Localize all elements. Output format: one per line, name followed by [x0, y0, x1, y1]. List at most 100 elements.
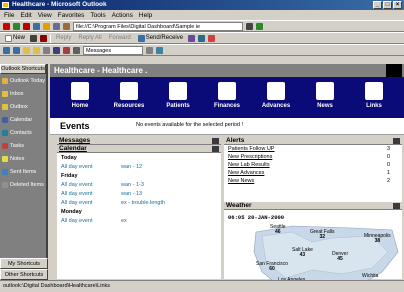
- nav-resources[interactable]: Resources: [105, 80, 153, 116]
- weather-collapse-button[interactable]: [393, 203, 400, 209]
- my-shortcuts-button[interactable]: My Shortcuts: [0, 258, 48, 269]
- other-shortcuts-button[interactable]: Other Shortcuts: [0, 269, 48, 280]
- calendar-event-row[interactable]: All day event ex - trouble.length: [57, 198, 221, 207]
- shortcut-notes[interactable]: Notes: [0, 152, 46, 165]
- field-chooser-icon[interactable]: [156, 46, 163, 54]
- nav-finances[interactable]: Finances: [203, 80, 251, 116]
- alert-row[interactable]: New Prescriptions 0: [224, 153, 402, 161]
- alert-link[interactable]: New Advances: [228, 170, 264, 176]
- alert-link[interactable]: New Lab Results: [228, 162, 270, 168]
- event-when[interactable]: All day event: [61, 182, 121, 188]
- menu-actions[interactable]: Actions: [112, 12, 133, 19]
- weather-city[interactable]: Denver 45: [332, 252, 348, 262]
- address-book-icon[interactable]: [188, 34, 196, 42]
- help-icon[interactable]: [208, 34, 216, 42]
- event-when[interactable]: All day event: [61, 200, 121, 206]
- alert-row[interactable]: Patients Follow UP 3: [224, 145, 402, 153]
- calendar-header[interactable]: Calendar: [57, 145, 221, 153]
- preview-pane-icon[interactable]: [43, 46, 50, 54]
- alert-link[interactable]: New News: [228, 178, 254, 184]
- event-subject[interactable]: ex: [121, 218, 127, 224]
- event-subject[interactable]: ex - trouble.length: [121, 200, 165, 206]
- shortcut-sent-items[interactable]: Sent Items: [0, 165, 46, 178]
- reply-all-button[interactable]: Reply All: [76, 34, 103, 43]
- reply-button[interactable]: Reply: [54, 34, 73, 43]
- print-icon[interactable]: [30, 34, 38, 42]
- event-when[interactable]: All day event: [61, 218, 121, 224]
- print-preview-icon[interactable]: [53, 46, 60, 54]
- alert-link[interactable]: Patients Follow UP: [228, 146, 274, 152]
- outlook-shortcuts-header[interactable]: Outlook Shortcuts: [0, 64, 46, 74]
- folder-combo[interactable]: Messages: [83, 45, 143, 55]
- nav-patients[interactable]: Patients: [154, 80, 202, 116]
- shortcut-outbox[interactable]: Outbox: [0, 100, 46, 113]
- stop-icon[interactable]: [23, 22, 30, 30]
- rules-icon[interactable]: [73, 46, 80, 54]
- alert-row[interactable]: New Advances 1: [224, 169, 402, 177]
- event-subject[interactable]: wan - 12: [121, 164, 142, 170]
- weather-city[interactable]: Wichita: [362, 274, 378, 279]
- alert-link[interactable]: New Prescriptions: [228, 154, 272, 160]
- calendar-event-row[interactable]: All day event wan - 12: [57, 162, 221, 171]
- shortcut-inbox[interactable]: Inbox: [0, 87, 46, 100]
- nav-news[interactable]: News: [301, 80, 349, 116]
- weather-city[interactable]: San Francisco 60: [256, 262, 288, 272]
- group-by-icon[interactable]: [146, 46, 153, 54]
- shortcut-deleted-items[interactable]: Deleted Items: [0, 178, 46, 191]
- nav-links[interactable]: Links: [350, 80, 398, 116]
- address-field[interactable]: file://C:\Program Files\Digital Dashboar…: [73, 21, 243, 31]
- new-button[interactable]: New: [3, 34, 27, 43]
- minimize-button[interactable]: _: [373, 1, 382, 9]
- calendar-event-row[interactable]: All day event wan - 13: [57, 189, 221, 198]
- calendar-event-row[interactable]: All day event ex: [57, 216, 221, 225]
- menu-file[interactable]: File: [4, 12, 14, 19]
- close-button[interactable]: ×: [393, 1, 402, 9]
- go-icon[interactable]: [256, 22, 263, 30]
- event-when[interactable]: All day event: [61, 164, 121, 170]
- messages-header[interactable]: Messages: [57, 137, 221, 145]
- alerts-collapse-button[interactable]: [393, 138, 400, 144]
- event-when[interactable]: All day event: [61, 191, 121, 197]
- back-icon[interactable]: [3, 22, 10, 30]
- shortcut-calendar[interactable]: Calendar: [0, 113, 46, 126]
- favorites-icon[interactable]: [63, 22, 70, 30]
- home-toolbar-icon[interactable]: [43, 22, 50, 30]
- dropdown-arrow-icon[interactable]: [246, 22, 253, 30]
- menu-view[interactable]: View: [38, 12, 52, 19]
- menu-help[interactable]: Help: [139, 12, 152, 19]
- weather-city[interactable]: Salt Lake 43: [292, 248, 313, 258]
- send-receive-button[interactable]: Send/Receive: [136, 34, 185, 43]
- undo-icon[interactable]: [63, 46, 70, 54]
- weather-city[interactable]: Minneapolis 38: [364, 234, 391, 244]
- calendar-collapse-button[interactable]: [212, 146, 219, 152]
- event-subject[interactable]: wan - 13: [121, 191, 142, 197]
- weather-header[interactable]: Weather: [224, 202, 402, 210]
- nav-back-icon[interactable]: [3, 46, 10, 54]
- calendar-event-row[interactable]: All day event wan - 1-3: [57, 180, 221, 189]
- refresh-icon[interactable]: [33, 22, 40, 30]
- up-one-level-icon[interactable]: [23, 46, 30, 54]
- delete-icon[interactable]: [40, 34, 48, 42]
- menu-favorites[interactable]: Favorites: [58, 12, 85, 19]
- shortcut-outlook-today[interactable]: Outlook Today: [0, 74, 46, 87]
- messages-collapse-button[interactable]: [212, 138, 219, 144]
- nav-home[interactable]: Home: [56, 80, 104, 116]
- nav-forward-icon[interactable]: [13, 46, 20, 54]
- weather-city[interactable]: Great Falls 32: [310, 230, 334, 240]
- shortcut-contacts[interactable]: Contacts: [0, 126, 46, 139]
- folder-list-icon[interactable]: [33, 46, 40, 54]
- shortcut-tasks[interactable]: Tasks: [0, 139, 46, 152]
- maximize-button[interactable]: □: [383, 1, 392, 9]
- alert-row[interactable]: New News 2: [224, 177, 402, 185]
- nav-advances[interactable]: Advances: [252, 80, 300, 116]
- alert-row[interactable]: New Lab Results 0: [224, 161, 402, 169]
- forward-button[interactable]: Forward: [107, 34, 133, 43]
- alerts-header[interactable]: Alerts: [224, 137, 402, 145]
- weather-city[interactable]: Seattle 46: [270, 225, 286, 235]
- find-contact-icon[interactable]: [198, 34, 206, 42]
- menu-tools[interactable]: Tools: [90, 12, 105, 19]
- menu-edit[interactable]: Edit: [20, 12, 31, 19]
- event-subject[interactable]: wan - 1-3: [121, 182, 144, 188]
- search-icon[interactable]: [53, 22, 60, 30]
- forward-icon[interactable]: [13, 22, 20, 30]
